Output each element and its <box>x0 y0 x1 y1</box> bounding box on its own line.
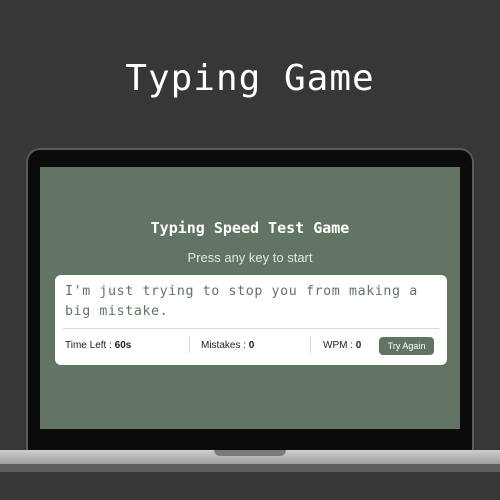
laptop-screen: Typing Speed Test Game Press any key to … <box>40 167 460 429</box>
laptop-base-shadow <box>0 464 500 472</box>
time-left-label: Time Left : <box>65 340 112 351</box>
card-divider <box>63 328 439 329</box>
stats-bar: Time Left : 60s Mistakes : 0 WPM : 0 Try… <box>65 337 443 355</box>
time-left-value: 60s <box>114 340 132 351</box>
stat-divider <box>310 337 311 353</box>
game-title: Typing Speed Test Game <box>150 219 350 237</box>
banner-title: Typing Game <box>125 58 375 99</box>
typing-card: I'm just trying to stop you from making … <box>55 275 447 365</box>
mistakes-stat: Mistakes : 0 <box>201 340 254 351</box>
wpm-stat: WPM : 0 <box>323 340 361 351</box>
time-left-stat: Time Left : 60s <box>65 340 131 351</box>
mistakes-value: 0 <box>248 340 255 351</box>
wpm-label: WPM : <box>323 340 353 351</box>
game-subtitle: Press any key to start <box>187 250 313 265</box>
mistakes-label: Mistakes : <box>201 340 247 351</box>
wpm-value: 0 <box>355 340 362 351</box>
typing-text[interactable]: I'm just trying to stop you from making … <box>65 282 440 322</box>
stat-divider <box>189 337 190 353</box>
try-again-button[interactable]: Try Again <box>379 337 434 355</box>
laptop-notch <box>214 450 286 456</box>
